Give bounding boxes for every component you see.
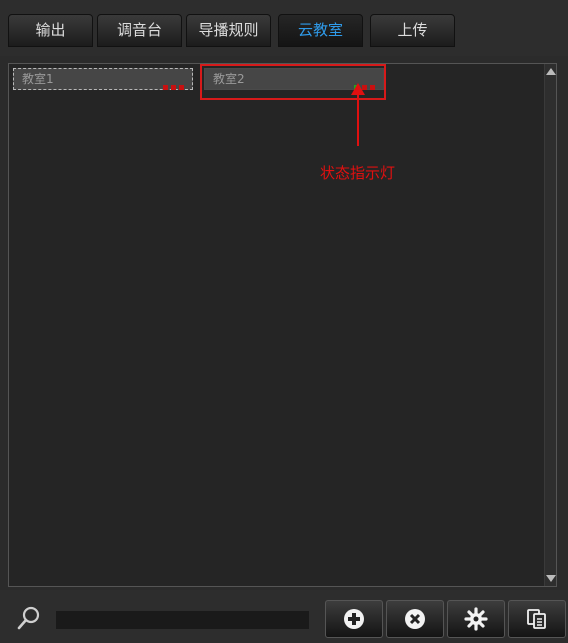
status-light xyxy=(179,85,184,90)
settings-icon xyxy=(464,607,488,631)
add-classroom-button[interactable] xyxy=(325,600,383,638)
tab-mixer[interactable]: 调音台 xyxy=(97,14,182,47)
tab-cloud-classroom[interactable]: 云教室 xyxy=(278,14,363,47)
annotation-arrow-line xyxy=(357,92,359,146)
annotation-text: 状态指示灯 xyxy=(320,164,396,182)
tab-bar: 输出 调音台 导播规则 云教室 上传 xyxy=(0,0,568,56)
remove-classroom-button[interactable] xyxy=(386,600,444,638)
add-icon xyxy=(344,609,364,629)
status-light xyxy=(171,85,176,90)
settings-button[interactable] xyxy=(447,600,505,638)
tab-upload[interactable]: 上传 xyxy=(370,14,455,47)
tab-output[interactable]: 输出 xyxy=(8,14,93,47)
status-light xyxy=(163,85,168,90)
status-indicator-lights xyxy=(160,76,184,90)
classroom-label: 教室1 xyxy=(22,72,54,86)
vertical-scrollbar[interactable] xyxy=(544,64,556,586)
tab-directing-rules[interactable]: 导播规则 xyxy=(186,14,271,47)
search-icon xyxy=(17,606,40,630)
remove-icon xyxy=(405,609,425,629)
scroll-up-arrow-icon[interactable] xyxy=(546,68,556,75)
copy-button[interactable] xyxy=(508,600,566,638)
search-input[interactable] xyxy=(56,611,309,629)
bottom-toolbar xyxy=(0,590,568,643)
scroll-down-arrow-icon[interactable] xyxy=(546,575,556,582)
classroom-list-panel: 教室1 教室2 xyxy=(8,63,557,587)
annotation-arrow-head-icon xyxy=(351,83,365,95)
classroom-item-1[interactable]: 教室1 xyxy=(13,68,193,90)
copy-icon xyxy=(527,609,546,629)
